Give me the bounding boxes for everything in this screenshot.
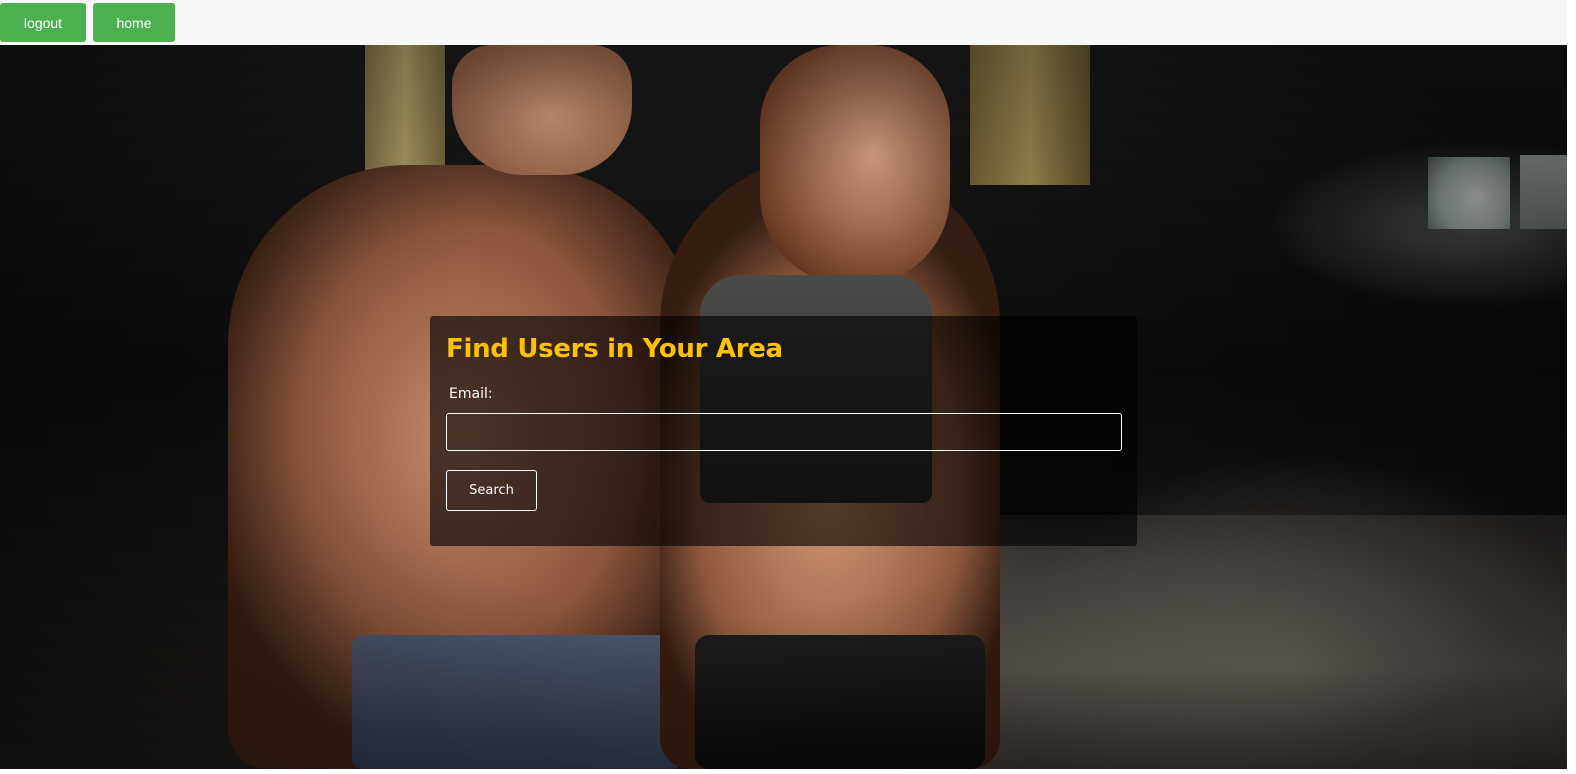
home-button[interactable]: home — [93, 3, 175, 42]
logout-button[interactable]: logout — [0, 3, 86, 42]
search-button[interactable]: Search — [446, 470, 537, 511]
email-input[interactable] — [446, 413, 1122, 451]
top-nav-bar: logout home — [0, 0, 1567, 45]
email-label: Email: — [449, 386, 493, 402]
panel-title: Find Users in Your Area — [446, 334, 783, 364]
page-right-gutter — [1567, 0, 1576, 774]
find-users-panel: Find Users in Your Area Email: Search — [430, 316, 1137, 546]
